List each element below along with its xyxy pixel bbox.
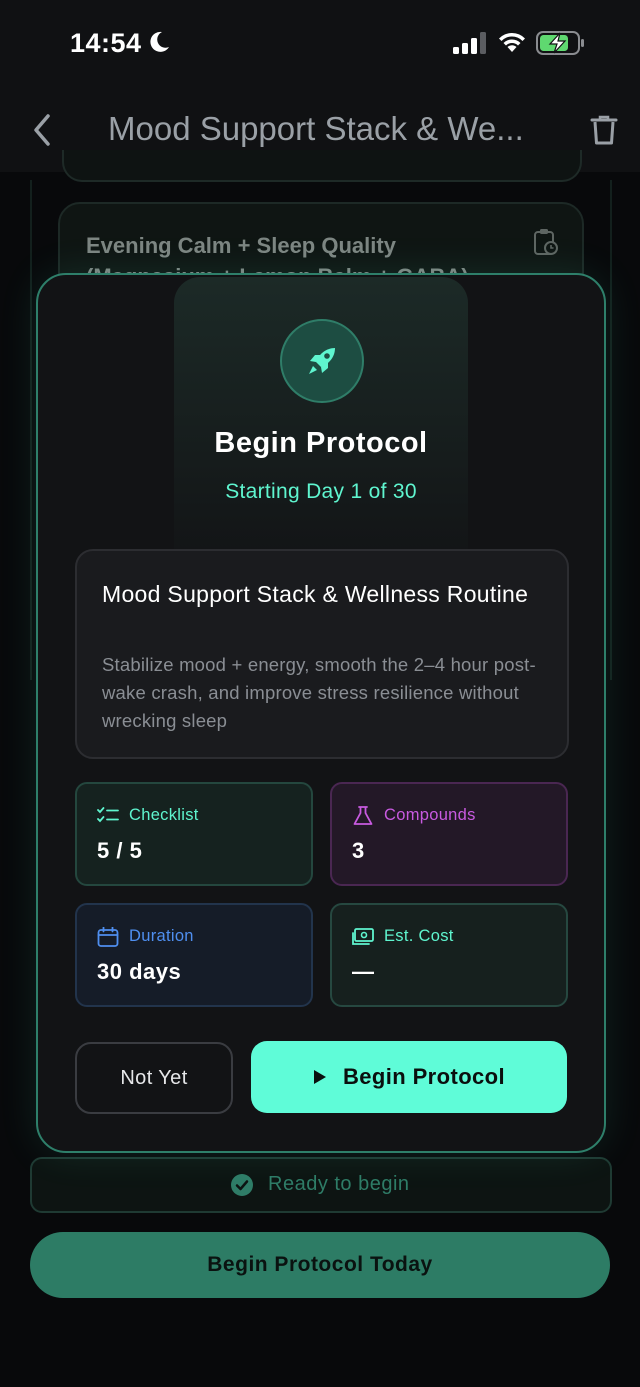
protocol-description: Stabilize mood + energy, smooth the 2–4 … xyxy=(102,654,536,731)
checklist-icon xyxy=(97,807,119,823)
not-yet-button[interactable]: Not Yet xyxy=(75,1042,233,1114)
begin-protocol-today-button[interactable]: Begin Protocol Today xyxy=(30,1232,610,1298)
stat-checklist-value: 5 / 5 xyxy=(97,838,143,863)
protocol-name: Mood Support Stack & Wellness Routine xyxy=(102,581,529,607)
battery-charging-icon xyxy=(536,31,584,55)
cellular-signal-icon xyxy=(453,32,486,54)
modal-subtitle: Starting Day 1 of 30 xyxy=(225,480,417,503)
modal-title: Begin Protocol xyxy=(214,427,428,459)
stat-cost-value: — xyxy=(352,959,375,984)
wifi-icon xyxy=(499,32,525,52)
money-icon xyxy=(352,928,374,945)
moon-icon xyxy=(150,31,169,52)
stat-compounds-value: 3 xyxy=(352,838,365,863)
rocket-icon xyxy=(309,348,335,374)
page-title: Mood Support Stack & We... xyxy=(108,110,524,147)
stat-duration-value: 30 days xyxy=(97,959,182,984)
background-card xyxy=(62,150,582,182)
begin-protocol-modal: Begin Protocol Starting Day 1 of 30 Mood… xyxy=(36,273,606,1153)
flask-icon xyxy=(353,806,373,825)
protocol-summary-card: Mood Support Stack & Wellness Routine St… xyxy=(75,549,569,759)
clipboard-clock-icon xyxy=(534,229,558,255)
stat-cost: Est. Cost — xyxy=(330,903,568,1007)
back-chevron-icon[interactable] xyxy=(28,112,56,148)
check-circle-icon xyxy=(231,1174,253,1196)
rocket-badge xyxy=(280,319,364,403)
calendar-icon xyxy=(97,927,119,947)
stat-cost-label: Est. Cost xyxy=(384,927,454,945)
stat-compounds-label: Compounds xyxy=(384,806,476,824)
status-time: 14:54 xyxy=(70,28,142,58)
play-icon xyxy=(313,1070,326,1084)
stat-compounds: Compounds 3 xyxy=(330,782,568,886)
ready-status-text: Ready to begin xyxy=(268,1173,410,1195)
stat-checklist: Checklist 5 / 5 xyxy=(75,782,313,886)
stat-duration-label: Duration xyxy=(129,927,194,945)
status-bar: 14:54 xyxy=(0,0,640,90)
begin-protocol-button[interactable]: Begin Protocol xyxy=(251,1041,567,1113)
trash-icon[interactable] xyxy=(590,114,618,146)
stat-checklist-label: Checklist xyxy=(129,806,199,824)
ready-status-bar: Ready to begin xyxy=(30,1157,612,1213)
stat-duration: Duration 30 days xyxy=(75,903,313,1007)
begin-protocol-label: Begin Protocol xyxy=(342,1064,506,1089)
